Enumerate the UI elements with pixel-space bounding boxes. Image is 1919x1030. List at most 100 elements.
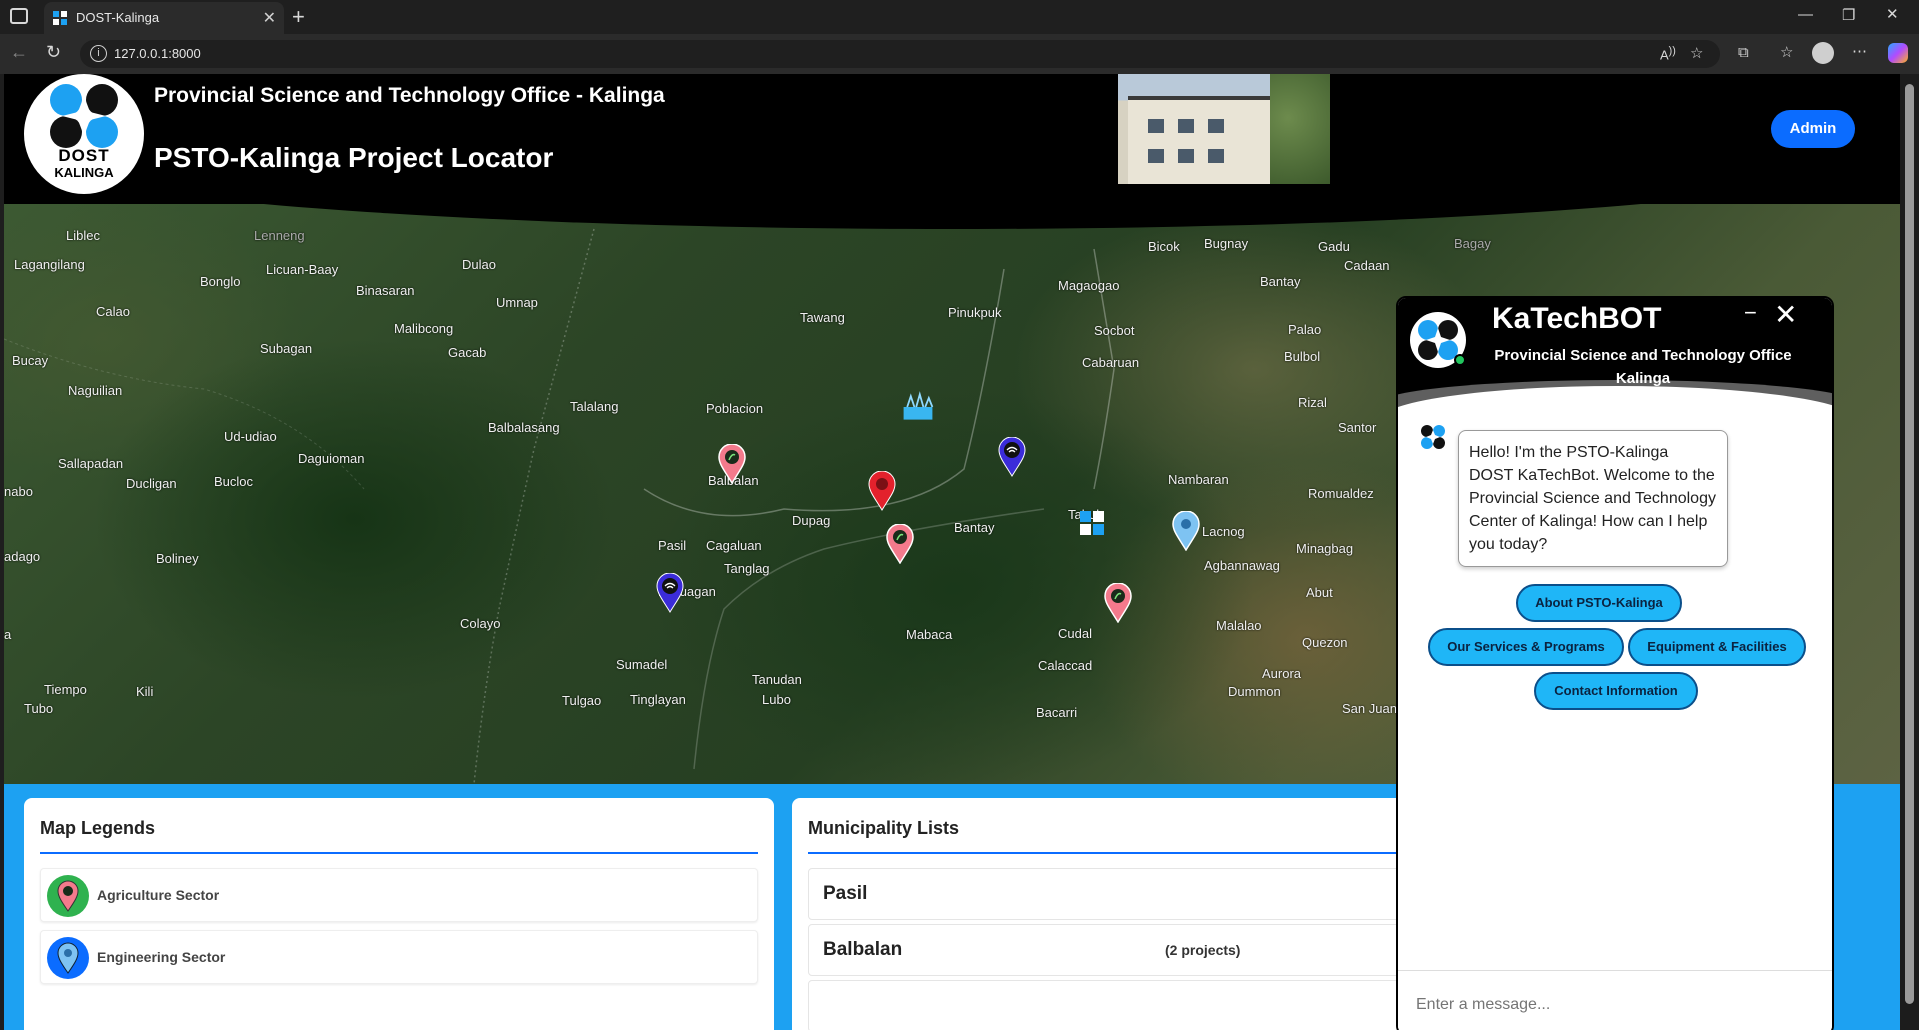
place-label: Malalao xyxy=(1216,618,1262,633)
online-status-dot xyxy=(1454,354,1466,366)
place-label: Talalang xyxy=(570,399,619,414)
bot-subtitle: Provincial Science and Technology Office… xyxy=(1494,347,1792,387)
place-label: Tinglayan xyxy=(630,692,686,707)
ict-marker[interactable] xyxy=(998,437,1026,477)
place-label: Quezon xyxy=(1302,635,1348,650)
place-label: Bantay xyxy=(1260,274,1301,289)
new-tab-icon[interactable]: + xyxy=(292,4,305,30)
place-label: Poblacion xyxy=(706,401,764,416)
project-marker[interactable] xyxy=(868,471,896,511)
place-label: Pinukpuk xyxy=(948,305,1002,320)
bot-avatar xyxy=(1410,312,1466,368)
dost-logo-icon xyxy=(50,84,118,148)
favorite-star-icon[interactable]: ☆ xyxy=(1690,44,1703,62)
place-label: Minagbag xyxy=(1296,541,1354,556)
page-title: PSTO-Kalinga Project Locator xyxy=(154,142,554,173)
extensions-icon[interactable]: ⧉ xyxy=(1738,44,1749,61)
place-label: Malibcong xyxy=(394,321,454,336)
place-label: Colayo xyxy=(460,616,501,631)
reload-icon[interactable]: ↻ xyxy=(46,42,61,63)
place-label: Daguioman xyxy=(298,451,365,466)
place-label: Lenneng xyxy=(254,228,305,243)
place-label: Cudal xyxy=(1058,626,1092,641)
close-icon[interactable]: ✕ xyxy=(1774,298,1797,331)
place-label: Tubo xyxy=(24,701,54,716)
profile-avatar[interactable] xyxy=(1812,42,1834,64)
place-label: Tanglag xyxy=(724,561,770,576)
place-label: Bucay xyxy=(12,353,49,368)
place-label: Bucloc xyxy=(214,474,254,489)
legend-label: Engineering Sector xyxy=(97,949,226,965)
place-label: Magaogao xyxy=(1058,278,1120,293)
place-label: Abut xyxy=(1306,585,1333,600)
place-label: Rizal xyxy=(1298,395,1327,410)
quick-reply-services[interactable]: Our Services & Programs xyxy=(1428,628,1624,666)
place-label: Palao xyxy=(1288,322,1322,337)
back-icon[interactable]: ← xyxy=(10,42,28,63)
browser-tab[interactable]: DOST-Kalinga ✕ xyxy=(44,2,284,34)
place-label: Sumadel xyxy=(616,657,668,672)
window-close-icon[interactable]: ✕ xyxy=(1886,5,1899,23)
more-menu-icon[interactable]: ⋯ xyxy=(1852,42,1867,60)
place-label: Bantay xyxy=(954,520,995,535)
place-label: Lubo xyxy=(762,692,791,707)
legend-item-engineering[interactable]: Engineering Sector xyxy=(40,930,758,984)
web-page: Liblec Lenneng Lagangilang Bonglo Licuan… xyxy=(4,74,1900,1030)
tab-close-icon[interactable]: ✕ xyxy=(263,8,276,28)
bot-greeting-message: Hello! I'm the PSTO-Kalinga DOST KaTechB… xyxy=(1458,430,1728,567)
dost-kalinga-logo: DOST KALINGA xyxy=(24,74,144,194)
project-count: (2 projects) xyxy=(1165,942,1241,958)
bot-message-avatar-icon xyxy=(1421,425,1445,449)
favorites-icon[interactable]: ☆ xyxy=(1780,43,1793,61)
place-label: Bulbol xyxy=(1284,349,1321,364)
window-restore-icon[interactable]: ❐ xyxy=(1842,6,1855,24)
quick-reply-contact[interactable]: Contact Information xyxy=(1534,672,1698,710)
agriculture-marker[interactable] xyxy=(718,444,746,484)
place-label: Kili xyxy=(136,684,154,699)
quick-reply-equipment[interactable]: Equipment & Facilities xyxy=(1628,628,1806,666)
quick-reply-about[interactable]: About PSTO-Kalinga DOST xyxy=(1516,584,1682,644)
place-label: Bacarri xyxy=(1036,705,1078,720)
place-label: Dummon xyxy=(1228,684,1281,699)
municipality-title: Municipality Lists xyxy=(808,818,960,838)
map-legends-card: Map Legends Agriculture Sector Engineeri… xyxy=(24,798,774,1030)
place-label: Licuan-Baay xyxy=(266,262,339,277)
read-aloud-icon[interactable]: A)) xyxy=(1660,45,1676,62)
window-minimize-icon[interactable]: — xyxy=(1798,6,1813,23)
site-header: DOST KALINGA Provincial Science and Tech… xyxy=(4,74,1900,204)
place-label: Subagan xyxy=(260,341,313,356)
legend-item-agriculture[interactable]: Agriculture Sector xyxy=(40,868,758,922)
place-label: Naguilian xyxy=(68,383,123,398)
place-label: Bonglo xyxy=(200,274,241,289)
place-label: Ud-udiao xyxy=(224,429,277,444)
ict-marker[interactable] xyxy=(656,573,684,613)
admin-button[interactable]: Admin xyxy=(1771,110,1855,148)
scrollbar-thumb[interactable] xyxy=(1905,84,1914,1004)
water-facility-marker[interactable] xyxy=(900,389,936,425)
place-label: Pasil xyxy=(658,538,687,553)
agriculture-marker[interactable] xyxy=(1104,583,1132,623)
place-label: Romualdez xyxy=(1308,486,1374,501)
page-scrollbar[interactable] xyxy=(1900,74,1919,1030)
place-label: Bagay xyxy=(1454,236,1491,251)
place-label: Ducligan xyxy=(126,476,177,491)
engineering-marker[interactable] xyxy=(1172,511,1200,551)
place-label: Socbot xyxy=(1094,323,1135,338)
engineering-pin-icon xyxy=(47,937,89,979)
dost-office-marker[interactable] xyxy=(1078,509,1106,537)
minimize-icon[interactable]: − xyxy=(1744,300,1757,326)
katechbot-chat-window: KaTechBOT Provincial Science and Technol… xyxy=(1396,296,1834,1030)
place-label: Dupag xyxy=(792,513,831,528)
logo-line-dost: DOST xyxy=(58,146,110,165)
place-label: Cadaan xyxy=(1344,258,1390,273)
url-field[interactable]: i 127.0.0.1:8000 A)) ☆ xyxy=(80,40,1720,68)
tab-actions-icon[interactable] xyxy=(10,8,28,24)
office-name: Provincial Science and Technology Office… xyxy=(154,84,665,107)
place-label: Tanudan xyxy=(752,672,802,687)
copilot-icon[interactable] xyxy=(1888,43,1908,63)
agriculture-marker[interactable] xyxy=(886,524,914,564)
message-input[interactable] xyxy=(1416,991,1816,1019)
place-label: adago xyxy=(4,549,41,564)
place-label: Calao xyxy=(96,304,130,319)
site-info-icon[interactable]: i xyxy=(90,45,107,62)
